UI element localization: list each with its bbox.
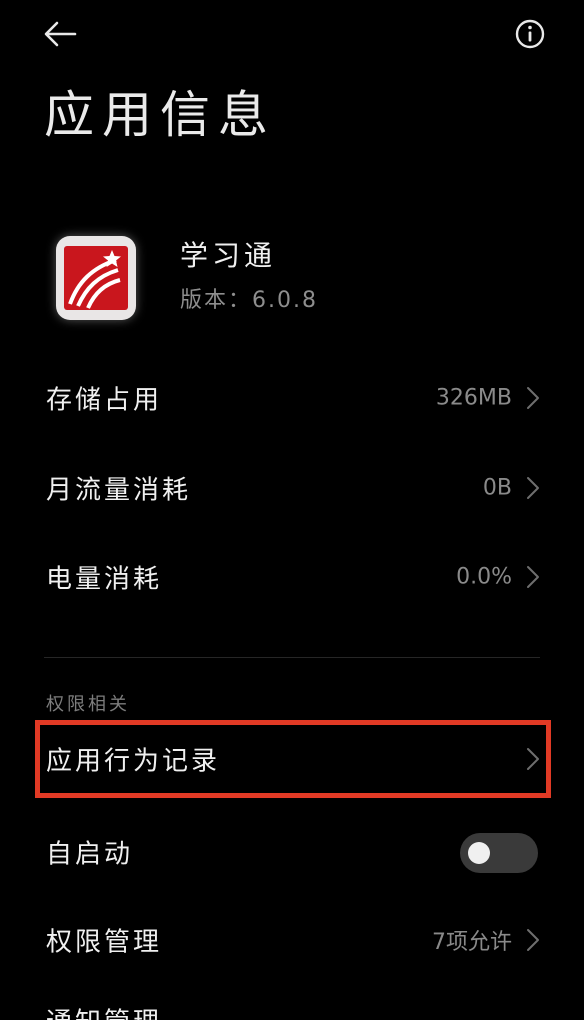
chevron-right-icon <box>527 929 539 951</box>
app-header: 学习通 版本：6.0.8 <box>0 220 584 330</box>
notification-manage-label: 通知管理 <box>46 1002 162 1020</box>
top-bar <box>0 0 584 70</box>
chevron-right-icon <box>527 387 539 409</box>
permissions-section-label: 权限相关 <box>46 694 130 715</box>
divider <box>44 657 540 658</box>
info-button[interactable] <box>506 12 554 56</box>
back-button[interactable] <box>36 12 84 56</box>
storage-row[interactable]: 存储占用 326MB <box>0 358 584 438</box>
autostart-label: 自启动 <box>46 839 134 870</box>
highlight-box <box>35 720 551 798</box>
permission-manage-label: 权限管理 <box>46 927 163 958</box>
page-title: 应用信息 <box>44 86 276 144</box>
permission-manage-row[interactable]: 权限管理 7项允许 <box>0 900 584 980</box>
chevron-right-icon <box>527 477 539 499</box>
info-icon <box>515 19 545 49</box>
data-usage-value: 0B <box>482 475 512 501</box>
app-icon <box>56 236 136 320</box>
toggle-knob <box>468 842 490 864</box>
storage-value: 326MB <box>435 385 512 411</box>
chevron-right-icon <box>527 566 539 588</box>
app-name: 学习通 <box>180 239 277 272</box>
battery-label: 电量消耗 <box>46 564 163 595</box>
storage-label: 存储占用 <box>46 385 163 416</box>
autostart-toggle[interactable] <box>460 833 538 873</box>
xuexitong-logo-icon <box>64 246 128 310</box>
app-version: 版本：6.0.8 <box>180 288 318 313</box>
arrow-left-icon <box>44 21 77 47</box>
notification-manage-row[interactable]: 通知管理 <box>0 990 584 1020</box>
battery-row[interactable]: 电量消耗 0.0% <box>0 537 584 617</box>
data-usage-label: 月流量消耗 <box>46 475 192 506</box>
permission-manage-value: 7项允许 <box>432 930 512 955</box>
data-usage-row[interactable]: 月流量消耗 0B <box>0 448 584 528</box>
battery-value: 0.0% <box>456 564 512 590</box>
